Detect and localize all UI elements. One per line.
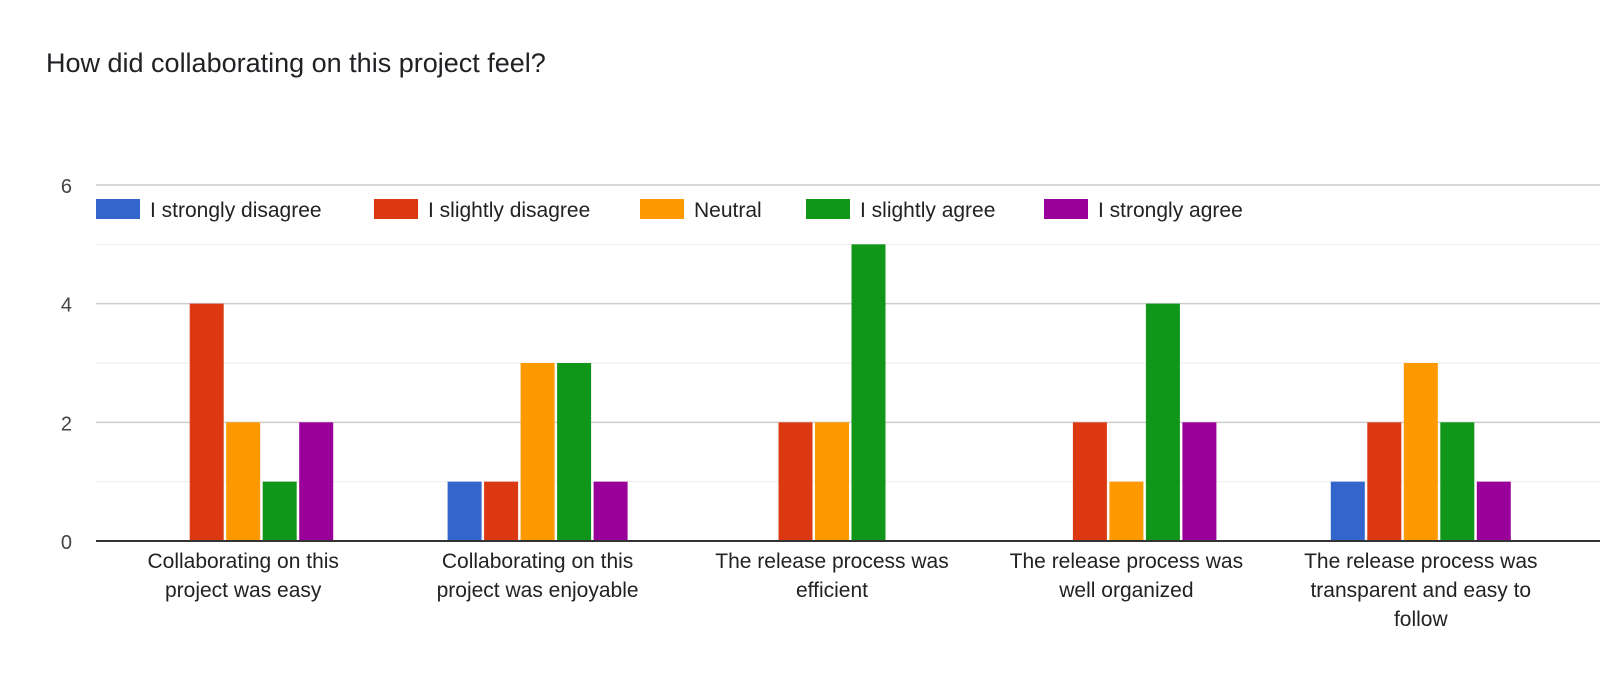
legend-label: Neutral [694, 199, 762, 222]
legend-swatch [374, 199, 418, 219]
x-tick-label: Collaborating on this [147, 550, 338, 573]
x-tick-label: follow [1394, 608, 1449, 631]
bar [778, 422, 813, 541]
legend-label: I strongly disagree [150, 199, 322, 222]
legend-swatch [96, 199, 140, 219]
x-tick-label: well organized [1058, 579, 1193, 602]
bar [593, 481, 628, 541]
bar [1367, 422, 1402, 541]
bar [226, 422, 261, 541]
bar [447, 481, 482, 541]
bar-chart: 0 2 4 6 Collaborating on this project was eas… [61, 176, 1600, 631]
x-tick-label: project was enjoyable [437, 579, 639, 602]
legend-swatch [640, 199, 684, 219]
bar [557, 363, 592, 541]
legend-label: I strongly agree [1098, 199, 1243, 222]
bar [299, 422, 334, 541]
y-tick-label: 6 [61, 176, 72, 198]
bar [484, 481, 519, 541]
x-tick-label: efficient [796, 579, 868, 602]
bar [189, 303, 224, 541]
bar [1145, 303, 1180, 541]
bar [520, 363, 555, 541]
y-tick-label: 0 [61, 532, 72, 554]
y-tick-label: 4 [61, 295, 72, 317]
bar [815, 422, 849, 541]
bar [262, 481, 297, 541]
legend-label: I slightly disagree [428, 199, 590, 222]
bar [1440, 422, 1475, 541]
bar [1072, 422, 1107, 541]
x-tick-label: Collaborating on this [442, 550, 633, 573]
y-tick-label: 2 [61, 413, 72, 435]
bar [1403, 363, 1438, 541]
x-tick-label: project was easy [165, 579, 322, 602]
legend-label: I slightly agree [860, 199, 995, 222]
x-tick-label: The release process was [1304, 550, 1537, 573]
bar [1109, 481, 1144, 541]
bar [1476, 481, 1511, 541]
legend-swatch [1044, 199, 1088, 219]
bar [851, 244, 886, 542]
x-tick-label: The release process was [715, 550, 948, 573]
legend-swatch [806, 199, 850, 219]
x-tick-label: transparent and easy to [1310, 579, 1531, 602]
bar [1330, 481, 1365, 541]
bar [1182, 422, 1217, 541]
x-tick-label: The release process was [1010, 550, 1243, 573]
